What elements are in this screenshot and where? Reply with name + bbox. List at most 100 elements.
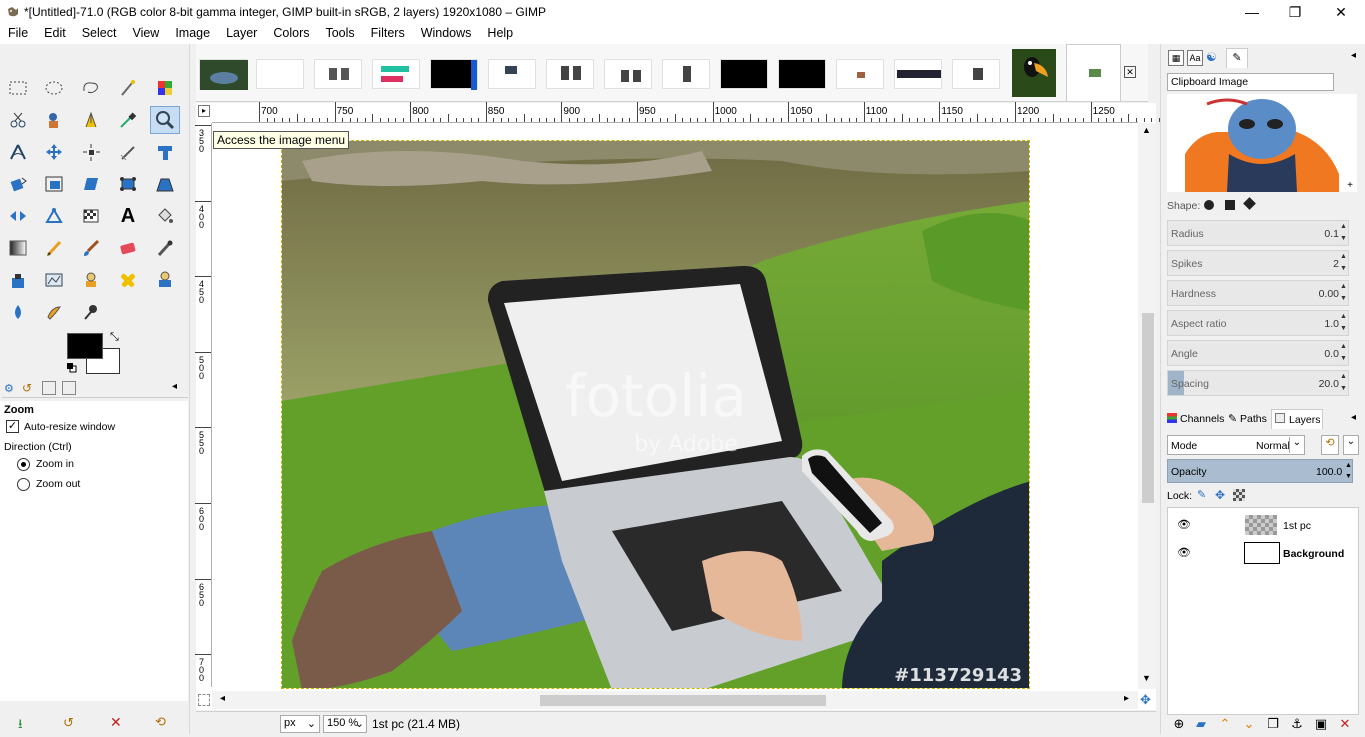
rect-select-tool-icon[interactable]	[3, 74, 33, 102]
vertical-scrollbar[interactable]: ▲ ▼	[1138, 123, 1156, 689]
scale-tool-icon[interactable]	[39, 170, 69, 198]
image-tab-thumb[interactable]	[314, 59, 362, 89]
zoom-tool-icon[interactable]	[150, 106, 180, 134]
restore-button[interactable]: ❐	[1272, 0, 1318, 24]
angle-field[interactable]: Angle 0.0 ▲ ▼	[1167, 340, 1349, 366]
eye-icon[interactable]: 👁	[1177, 518, 1191, 531]
tab-layers-container[interactable]: Layers	[1271, 409, 1323, 429]
smudge-tool-icon[interactable]	[39, 298, 69, 326]
image-tab-thumb[interactable]	[256, 59, 304, 89]
warp-transform-tool-icon[interactable]	[76, 202, 106, 230]
tool-options-tab-icon[interactable]: ⚙	[4, 382, 14, 395]
hardness-field[interactable]: Hardness 0.00 ▲ ▼	[1167, 280, 1349, 306]
image-tab-thumb[interactable]	[604, 59, 652, 89]
menu-tools[interactable]: Tools	[317, 24, 362, 44]
flip-tool-icon[interactable]	[3, 202, 33, 230]
anchor-layer-icon[interactable]: ⚓	[1289, 716, 1305, 732]
tab-channels[interactable]: Channels	[1180, 413, 1224, 425]
image-tab-thumb[interactable]	[1012, 49, 1056, 97]
mypaint-brush-tool-icon[interactable]	[39, 266, 69, 294]
lock-alpha-icon[interactable]	[1233, 489, 1245, 501]
paintbrush-tool-icon[interactable]	[76, 234, 106, 262]
scroll-right-icon[interactable]: ▸	[1124, 693, 1129, 704]
perspective-clone-tool-icon[interactable]	[150, 266, 180, 294]
alignment-tool-icon[interactable]	[76, 138, 106, 166]
delete-layer-icon[interactable]: ✕	[1337, 716, 1353, 732]
rotate-tool-icon[interactable]	[3, 170, 33, 198]
eye-icon[interactable]: 👁	[1177, 546, 1191, 559]
menu-image[interactable]: Image	[167, 24, 218, 44]
aspect-ratio-field[interactable]: Aspect ratio 1.0 ▲ ▼	[1167, 310, 1349, 336]
auto-resize-checkbox[interactable]: ✓	[6, 420, 19, 433]
mode-select[interactable]: Mode Normal ⌄	[1167, 435, 1305, 455]
brush-name-field[interactable]: Clipboard Image	[1167, 73, 1334, 91]
default-colors-icon[interactable]	[67, 362, 77, 373]
airbrush-tool-icon[interactable]	[150, 234, 180, 262]
close-tab-icon[interactable]: ✕	[1124, 66, 1136, 78]
vertical-scroll-thumb[interactable]	[1142, 313, 1154, 503]
eraser-tool-icon[interactable]	[113, 234, 143, 262]
duplicate-layer-icon[interactable]: ❐	[1265, 716, 1281, 732]
spin-arrows-icon[interactable]: ▲ ▼	[1345, 460, 1352, 482]
opacity-slider[interactable]: Opacity 100.0 ▲ ▼	[1167, 459, 1353, 483]
handle-transform-tool-icon[interactable]	[39, 202, 69, 230]
bucket-fill-tool-icon[interactable]	[150, 202, 180, 230]
fuzzy-select-tool-icon[interactable]	[113, 74, 143, 102]
configure-tab-icon[interactable]: ◂	[1351, 412, 1356, 423]
image-tab-thumb[interactable]	[894, 59, 942, 89]
active-image-tab[interactable]	[1066, 44, 1121, 101]
ink-tool-icon[interactable]	[3, 266, 33, 294]
zoom-select[interactable]: 150 % ⌄	[323, 715, 367, 733]
menu-file[interactable]: File	[0, 24, 36, 44]
menu-windows[interactable]: Windows	[413, 24, 480, 44]
navigate-icon[interactable]: ✥	[1140, 692, 1151, 708]
delete-options-icon[interactable]: ✕	[110, 714, 122, 731]
spacing-field[interactable]: Spacing 20.0 ▲ ▼	[1167, 370, 1349, 396]
select-by-color-tool-icon[interactable]	[150, 74, 180, 102]
color-picker-tool-icon[interactable]	[113, 106, 143, 134]
spin-arrows-icon[interactable]: ▲ ▼	[1339, 221, 1348, 245]
lock-position-icon[interactable]: ✥	[1215, 488, 1225, 502]
shape-diamond-icon[interactable]	[1243, 197, 1256, 210]
unified-transform-tool-icon[interactable]	[150, 138, 180, 166]
menu-filters[interactable]: Filters	[363, 24, 413, 44]
spin-arrows-icon[interactable]: ▲ ▼	[1339, 341, 1348, 365]
minimize-button[interactable]: —	[1229, 0, 1275, 24]
new-layer-icon[interactable]: ⊕	[1171, 716, 1187, 732]
scroll-up-icon[interactable]: ▲	[1142, 125, 1151, 135]
image-tab-thumb[interactable]	[430, 59, 478, 90]
reset-options-icon[interactable]: ⟲	[155, 714, 166, 730]
spin-arrows-icon[interactable]: ▲ ▼	[1339, 371, 1348, 395]
unit-select[interactable]: px ⌄	[280, 715, 320, 733]
ellipse-select-tool-icon[interactable]	[39, 74, 69, 102]
shape-circle-icon[interactable]	[1204, 200, 1214, 210]
spin-arrows-icon[interactable]: ▲ ▼	[1339, 311, 1348, 335]
blur-sharpen-tool-icon[interactable]	[3, 298, 33, 326]
horizontal-scroll-thumb[interactable]	[540, 695, 826, 706]
paths-tool-icon[interactable]	[76, 106, 106, 134]
image-tab-thumb[interactable]	[720, 59, 768, 89]
image-tab-thumb[interactable]	[488, 59, 536, 89]
spin-arrows-icon[interactable]: ▲ ▼	[1339, 251, 1348, 275]
composite-mode-icon[interactable]: ⟲	[1321, 435, 1339, 455]
layer-row-1st-pc[interactable]: 👁 1st pc	[1168, 512, 1358, 540]
device-status-tab-icon[interactable]: ↺	[22, 381, 32, 395]
clone-tool-icon[interactable]	[76, 266, 106, 294]
lower-layer-icon[interactable]: ⌄	[1241, 716, 1257, 732]
free-select-tool-icon[interactable]	[76, 74, 106, 102]
mask-layer-icon[interactable]: ▣	[1313, 716, 1329, 732]
scissors-select-tool-icon[interactable]	[3, 106, 33, 134]
cage-transform-tool-icon[interactable]	[113, 170, 143, 198]
fonts-tab-icon[interactable]: Aa	[1187, 50, 1203, 66]
move-tool-icon[interactable]	[39, 138, 69, 166]
configure-tab-icon[interactable]: ◂	[172, 381, 177, 392]
raise-layer-icon[interactable]: ⌃	[1217, 716, 1233, 732]
radius-field[interactable]: Radius 0.1 ▲ ▼	[1167, 220, 1349, 246]
heal-tool-icon[interactable]	[113, 266, 143, 294]
foreground-color-swatch[interactable]	[67, 333, 103, 359]
image-tab-thumb[interactable]	[199, 59, 248, 90]
text-tool-icon[interactable]: A	[113, 202, 143, 230]
spikes-field[interactable]: Spikes 2 ▲ ▼	[1167, 250, 1349, 276]
scroll-left-icon[interactable]: ◂	[220, 693, 225, 704]
perspective-tool-icon[interactable]	[150, 170, 180, 198]
